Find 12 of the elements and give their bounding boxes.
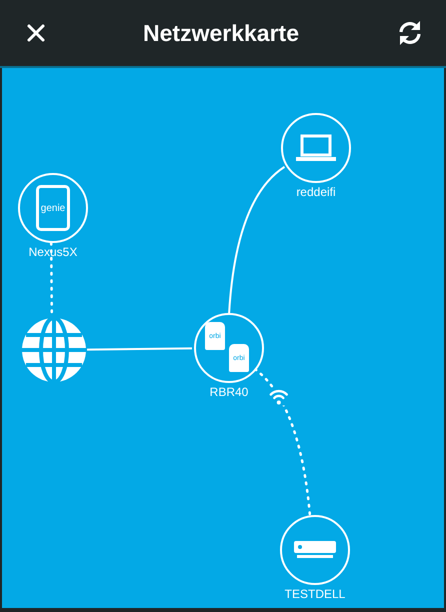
device-label: reddeifi — [296, 185, 336, 199]
window-title: Netzwerkkarte — [143, 20, 299, 46]
device-node[interactable]: genie — [18, 173, 88, 243]
device-label: TESTDELL — [284, 587, 346, 601]
device-label: RBR40 — [210, 385, 248, 399]
close-button[interactable] — [26, 23, 46, 43]
close-icon — [26, 23, 46, 43]
globe-icon — [21, 317, 87, 383]
logo-text: genie — [40, 202, 66, 214]
device-label: Nexus5X — [28, 245, 78, 259]
laptop-icon — [296, 134, 336, 162]
desktop-icon — [294, 541, 336, 559]
